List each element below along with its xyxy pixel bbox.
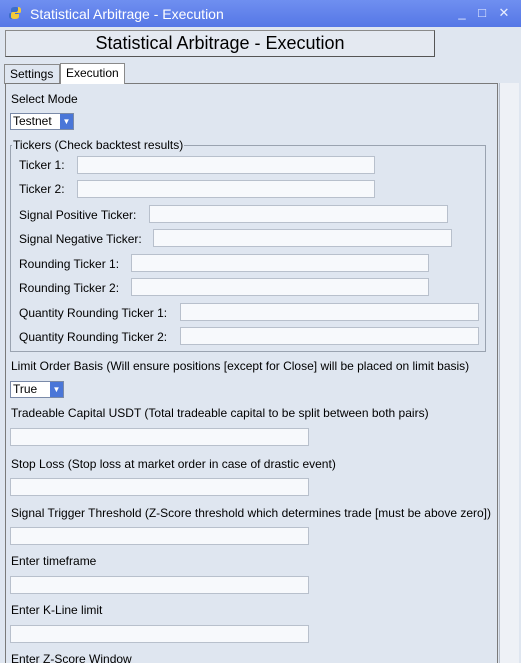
ticker-2-label: Ticker 2:: [19, 182, 65, 196]
maximize-button[interactable]: □: [475, 5, 489, 21]
quantity-rounding-ticker-1-label: Quantity Rounding Ticker 1:: [19, 306, 168, 320]
signal-negative-ticker-field[interactable]: [153, 229, 452, 247]
ticker-1-label: Ticker 1:: [19, 158, 65, 172]
kline-limit-field[interactable]: [10, 625, 309, 643]
rounding-ticker-1-field[interactable]: [131, 254, 429, 272]
tradeable-capital-label: Tradeable Capital USDT (Total tradeable …: [11, 406, 429, 420]
select-mode-label: Select Mode: [11, 92, 78, 106]
signal-trigger-threshold-label: Signal Trigger Threshold (Z-Score thresh…: [11, 506, 492, 520]
quantity-rounding-ticker-2-label: Quantity Rounding Ticker 2:: [19, 330, 168, 344]
mode-select[interactable]: Testnet ▼: [10, 113, 74, 130]
window-titlebar: Statistical Arbitrage - Execution _ □ ✕: [0, 0, 521, 27]
vertical-scrollbar[interactable]: [499, 83, 519, 663]
tab-execution[interactable]: Execution: [60, 63, 125, 84]
ticker-1-field[interactable]: [77, 156, 375, 174]
signal-positive-ticker-field[interactable]: [149, 205, 448, 223]
signal-positive-ticker-label: Signal Positive Ticker:: [19, 208, 137, 222]
signal-negative-ticker-label: Signal Negative Ticker:: [19, 232, 142, 246]
mode-select-value: Testnet: [13, 114, 52, 128]
limit-order-select[interactable]: True ▼: [10, 381, 64, 398]
rounding-ticker-2-field[interactable]: [131, 278, 429, 296]
timeframe-label: Enter timeframe: [11, 554, 97, 568]
rounding-ticker-1-label: Rounding Ticker 1:: [19, 257, 120, 271]
kline-limit-label: Enter K-Line limit: [11, 603, 103, 617]
minimize-button[interactable]: _: [455, 5, 469, 21]
stop-loss-field[interactable]: [10, 478, 309, 496]
tradeable-capital-field[interactable]: [10, 428, 309, 446]
stop-loss-label: Stop Loss (Stop loss at market order in …: [11, 457, 336, 471]
execution-panel: Select Mode Testnet ▼ Tickers (Check bac…: [5, 83, 498, 663]
limit-order-label: Limit Order Basis (Will ensure positions…: [11, 359, 470, 373]
tab-settings[interactable]: Settings: [4, 64, 60, 84]
python-icon: [9, 7, 21, 19]
zscore-window-label: Enter Z-Score Window: [11, 652, 132, 663]
signal-trigger-threshold-field[interactable]: [10, 527, 309, 545]
rounding-ticker-2-label: Rounding Ticker 2:: [19, 281, 120, 295]
window-title: Statistical Arbitrage - Execution: [30, 6, 224, 22]
chevron-down-icon: ▼: [50, 382, 63, 397]
tickers-group-title: Tickers (Check backtest results): [12, 138, 185, 152]
main-window: Statistical Arbitrage - Execution Settin…: [0, 27, 521, 663]
page-title: Statistical Arbitrage - Execution: [5, 30, 435, 57]
close-button[interactable]: ✕: [497, 5, 511, 21]
quantity-rounding-ticker-2-field[interactable]: [180, 327, 479, 345]
quantity-rounding-ticker-1-field[interactable]: [180, 303, 479, 321]
timeframe-field[interactable]: [10, 576, 309, 594]
ticker-2-field[interactable]: [77, 180, 375, 198]
limit-order-select-value: True: [13, 382, 38, 396]
chevron-down-icon: ▼: [60, 114, 73, 129]
